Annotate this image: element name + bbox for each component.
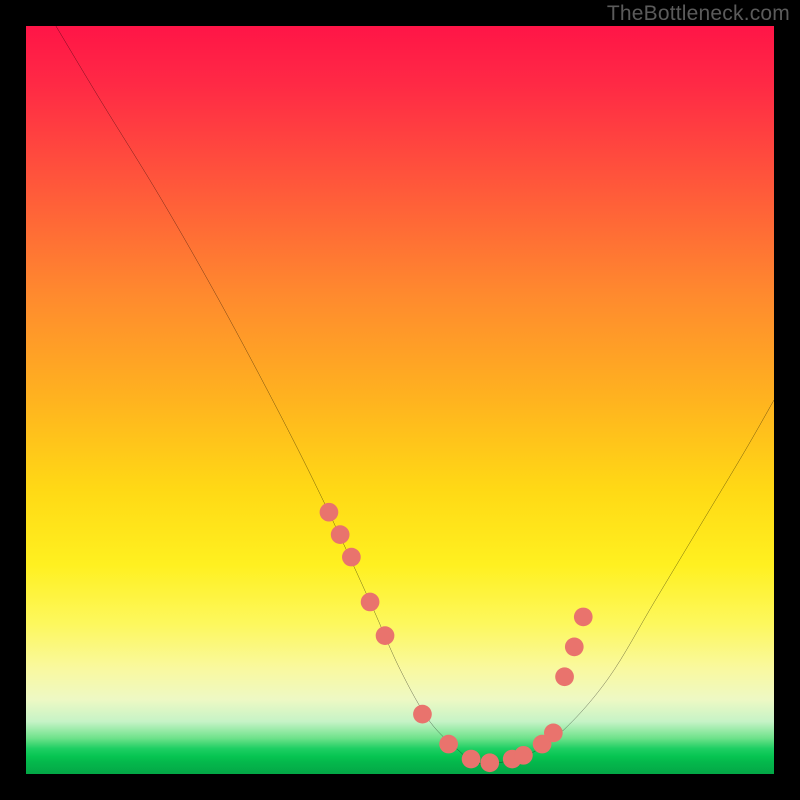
highlight-dot [514,746,533,765]
bottleneck-curve-svg [26,26,774,774]
highlight-dot [342,548,361,567]
highlight-dots-group [320,503,593,772]
highlight-dot [574,608,593,627]
highlight-dot [361,593,380,612]
highlight-dot [480,753,499,772]
highlight-dot [462,750,481,769]
highlight-dot [544,724,563,743]
chart-frame: TheBottleneck.com [0,0,800,800]
highlight-dot [565,637,584,656]
bottleneck-curve [56,26,774,764]
highlight-dot [555,667,574,686]
highlight-dot [376,626,395,645]
plot-area [26,26,774,774]
highlight-dot [320,503,339,522]
watermark-text: TheBottleneck.com [607,2,790,26]
highlight-dot [413,705,432,724]
highlight-dot [439,735,458,754]
highlight-dot [331,525,350,544]
